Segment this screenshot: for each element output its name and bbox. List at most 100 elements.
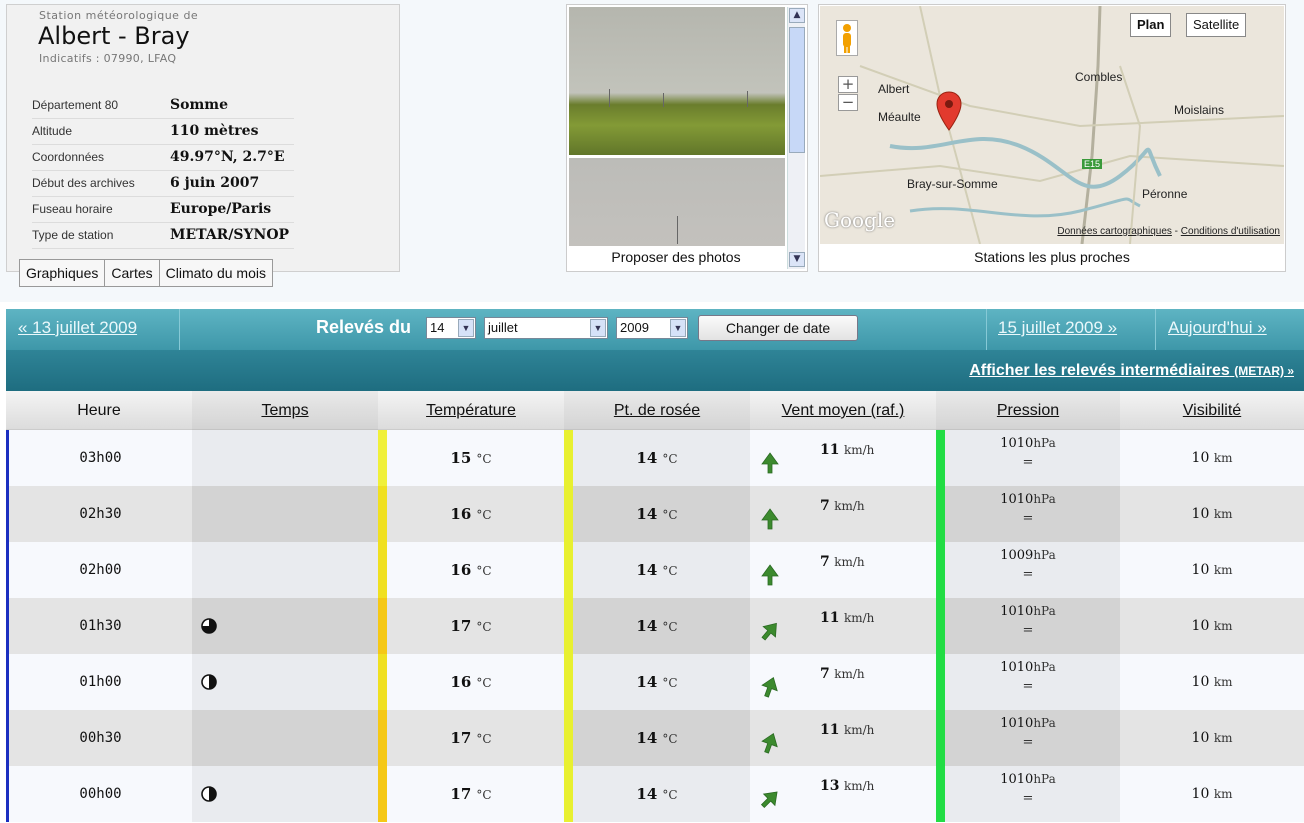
hour-cell: 02h30 bbox=[79, 506, 122, 522]
wind-speed: 11 km/h bbox=[820, 722, 874, 738]
station-info-panel: Station météorologique de Albert - Bray … bbox=[6, 4, 400, 287]
scroll-down-icon[interactable]: ▼ bbox=[789, 252, 805, 267]
pressure-text: 1009hPa bbox=[936, 548, 1120, 563]
visibility-unit: km bbox=[1213, 563, 1233, 577]
temperature-value: 17 bbox=[450, 785, 472, 803]
map-view[interactable]: + − Plan Satellite Albert Méaulte Comble… bbox=[820, 6, 1284, 244]
pressure-text: 1010hPa bbox=[936, 492, 1120, 507]
change-date-button[interactable]: Changer de date bbox=[698, 315, 858, 341]
col-vent[interactable]: Vent moyen (raf.) bbox=[750, 391, 936, 430]
station-marker-icon[interactable] bbox=[934, 90, 964, 132]
col-rosee[interactable]: Pt. de rosée bbox=[564, 391, 750, 430]
info-value: 49.97°N, 2.7°E bbox=[170, 149, 285, 165]
wind-cell: 7 km/h bbox=[750, 486, 936, 542]
temperature-cell: 16 °C bbox=[378, 486, 564, 542]
table-row: 01h00 16 °C 14 °C 7 km/h 1010hPa = 10 km bbox=[6, 654, 1304, 710]
dewpoint-unit: °C bbox=[662, 508, 678, 522]
map-type-plan[interactable]: Plan bbox=[1130, 13, 1172, 37]
temperature-value: 16 bbox=[450, 505, 472, 523]
dewpoint-cell: 14 °C bbox=[564, 542, 750, 598]
sky-cell bbox=[192, 542, 378, 598]
visibility-value: 10 bbox=[1191, 786, 1210, 802]
photo-scrollbar[interactable]: ▲ ▼ bbox=[787, 7, 805, 269]
station-photo[interactable] bbox=[569, 7, 785, 155]
wind-value: 7 bbox=[820, 498, 830, 514]
temperature-cell: 17 °C bbox=[378, 766, 564, 822]
dewpoint-unit: °C bbox=[662, 564, 678, 578]
wind-unit: km/h bbox=[843, 443, 875, 457]
station-photo[interactable] bbox=[569, 158, 785, 246]
col-visibilite[interactable]: Visibilité bbox=[1120, 391, 1304, 430]
scroll-thumb[interactable] bbox=[789, 27, 805, 153]
info-row-fuseau: Fuseau horaire Europe/Paris bbox=[32, 197, 294, 223]
zoom-in-icon[interactable]: + bbox=[838, 76, 858, 93]
pressure-cell: 1009hPa = bbox=[936, 542, 1120, 598]
nav-divider bbox=[1155, 309, 1156, 350]
col-pression[interactable]: Pression bbox=[936, 391, 1120, 430]
visibility-value: 10 bbox=[1191, 674, 1210, 690]
next-day-link[interactable]: 15 juillet 2009 » bbox=[998, 318, 1117, 338]
dewpoint-bar bbox=[564, 654, 573, 710]
map-type-satellite[interactable]: Satellite bbox=[1186, 13, 1247, 37]
dewpoint-bar bbox=[564, 598, 573, 654]
pressure-unit: hPa bbox=[1033, 660, 1056, 674]
info-value: Europe/Paris bbox=[170, 201, 272, 217]
pressure-text: 1010hPa bbox=[936, 604, 1120, 619]
map-footer-sep: - bbox=[1171, 226, 1181, 237]
zoom-out-icon[interactable]: − bbox=[838, 94, 858, 111]
hour-cell: 00h00 bbox=[79, 786, 122, 802]
tab-graphiques[interactable]: Graphiques bbox=[19, 259, 106, 287]
month-select[interactable]: juillet ▼ bbox=[484, 317, 608, 339]
map-town: Péronne bbox=[1142, 187, 1188, 201]
nav-divider bbox=[986, 309, 987, 350]
wind-arrow-icon bbox=[761, 676, 778, 698]
metar-link[interactable]: Afficher les relevés intermédiaires (MET… bbox=[969, 362, 1294, 380]
wind-arrow-icon bbox=[761, 508, 779, 530]
station-indicatifs: Indicatifs : 07990, LFAQ bbox=[39, 52, 177, 65]
dewpoint-value: 14 bbox=[636, 617, 658, 635]
dewpoint-bar bbox=[564, 710, 573, 766]
metar-link-text: Afficher les relevés intermédiaires bbox=[969, 362, 1230, 379]
hour-cell: 00h30 bbox=[79, 730, 122, 746]
tab-cartes[interactable]: Cartes bbox=[104, 259, 160, 287]
dewpoint-bar bbox=[564, 430, 573, 486]
releves-label: Relevés du bbox=[316, 317, 412, 337]
photo-panel: ▲ ▼ Proposer des photos bbox=[566, 4, 808, 272]
day-select[interactable]: 14 ▼ bbox=[426, 317, 476, 339]
chevron-down-icon: ▼ bbox=[458, 319, 474, 337]
scroll-up-icon[interactable]: ▲ bbox=[789, 8, 805, 23]
today-link[interactable]: Aujourd'hui » bbox=[1168, 318, 1267, 338]
temperature-cell: 16 °C bbox=[378, 654, 564, 710]
visibility-cell: 10 km bbox=[1120, 598, 1304, 654]
tab-climato[interactable]: Climato du mois bbox=[158, 259, 273, 287]
pegman-icon[interactable] bbox=[836, 20, 858, 56]
wind-speed: 13 km/h bbox=[820, 778, 874, 794]
temperature-value: 15 bbox=[450, 449, 472, 467]
wind-cell: 11 km/h bbox=[750, 598, 936, 654]
dewpoint-cell: 14 °C bbox=[564, 598, 750, 654]
col-temps[interactable]: Temps bbox=[192, 391, 378, 430]
station-tabs: Graphiques Cartes Climato du mois bbox=[19, 259, 273, 287]
visibility-unit: km bbox=[1213, 507, 1233, 521]
map-terms-link[interactable]: Conditions d'utilisation bbox=[1181, 226, 1280, 237]
sky-cell bbox=[192, 710, 378, 766]
info-value: Somme bbox=[170, 97, 228, 113]
pressure-unit: hPa bbox=[1033, 604, 1056, 618]
year-select[interactable]: 2009 ▼ bbox=[616, 317, 688, 339]
col-temperature[interactable]: Température bbox=[378, 391, 564, 430]
nearest-stations-link[interactable]: Stations les plus proches bbox=[819, 249, 1285, 265]
temperature-bar bbox=[378, 598, 387, 654]
propose-photos-link[interactable]: Proposer des photos bbox=[567, 249, 785, 265]
wind-cell: 11 km/h bbox=[750, 430, 936, 486]
pressure-value: 1009 bbox=[1000, 548, 1034, 563]
map-data-link[interactable]: Données cartographiques bbox=[1057, 226, 1172, 237]
date-nav-bar: « 13 juillet 2009 Relevés du 14 ▼ juille… bbox=[6, 309, 1304, 350]
temperature-value: 16 bbox=[450, 673, 472, 691]
wind-speed: 7 km/h bbox=[820, 554, 865, 570]
prev-day-link[interactable]: « 13 juillet 2009 bbox=[18, 318, 137, 338]
visibility-unit: km bbox=[1213, 731, 1233, 745]
pressure-unit: hPa bbox=[1033, 716, 1056, 730]
pressure-trend: = bbox=[1022, 735, 1034, 750]
visibility-value: 10 bbox=[1191, 450, 1210, 466]
pressure-unit: hPa bbox=[1033, 492, 1056, 506]
